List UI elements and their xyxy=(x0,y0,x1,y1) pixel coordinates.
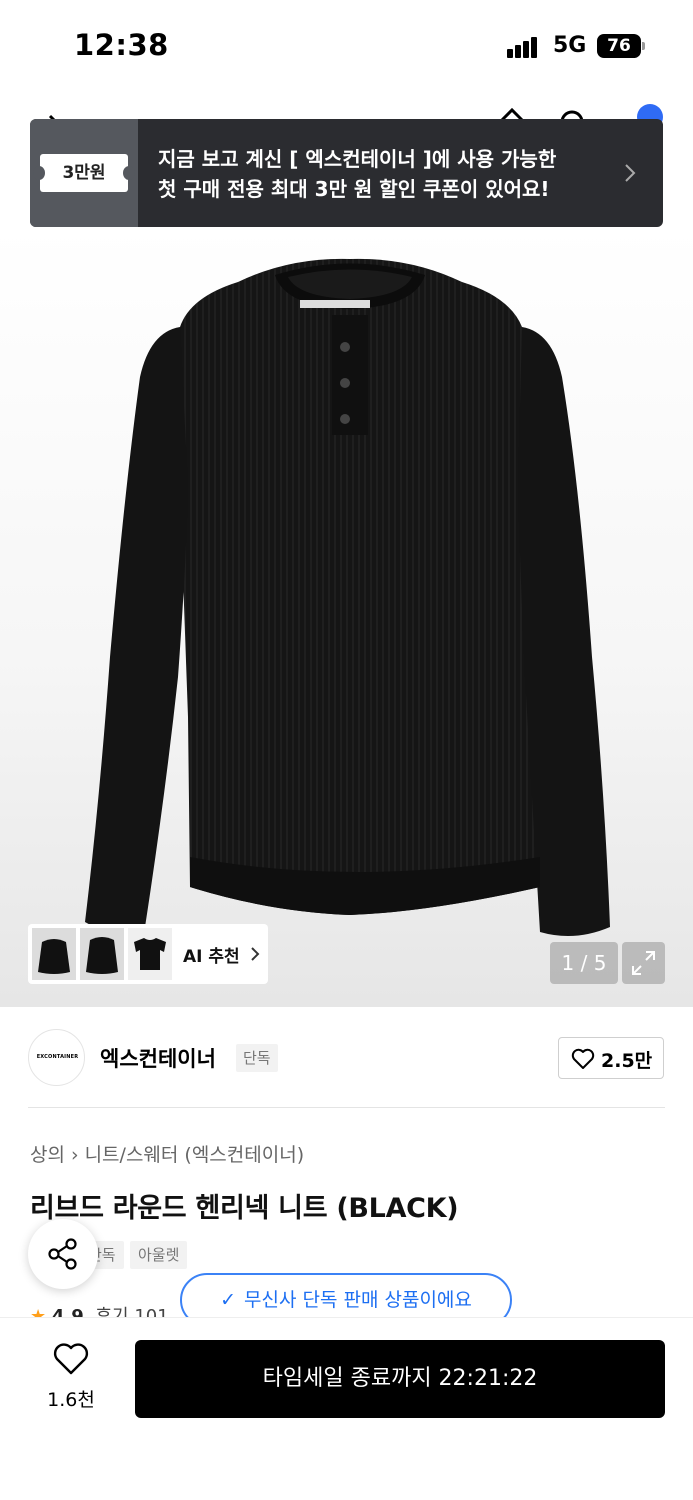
share-button[interactable] xyxy=(28,1219,98,1289)
ai-recommend-strip[interactable]: AI 추천 xyxy=(28,924,268,984)
image-counter: 1 / 5 xyxy=(550,942,618,984)
exclusive-notice-text: 무신사 단독 판매 상품이에요 xyxy=(244,1289,472,1311)
chevron-right-icon xyxy=(625,164,636,182)
expand-icon xyxy=(632,951,655,975)
thumbnail-2[interactable] xyxy=(80,928,124,980)
cellular-signal-icon xyxy=(507,36,545,58)
thumbnail-1[interactable] xyxy=(32,928,76,980)
brand-name[interactable]: 엑스컨테이너 xyxy=(100,1043,216,1073)
time-sale-buy-button[interactable]: 타임세일 종료까지 22:21:22 xyxy=(135,1340,665,1418)
coupon-message-line1: 지금 보고 계신 [ 엑스컨테이너 ]에 사용 가능한 xyxy=(158,147,557,171)
status-bar: 12:38 5G 76 xyxy=(0,0,693,92)
status-time: 12:38 xyxy=(74,28,169,62)
chevron-right-icon xyxy=(251,947,260,961)
product-tag: 아울렛 xyxy=(130,1241,188,1269)
share-icon xyxy=(48,1238,77,1270)
expand-button[interactable] xyxy=(622,942,665,984)
battery-level: 76 xyxy=(597,34,641,58)
brand-like-button[interactable]: 2.5만 xyxy=(558,1037,664,1079)
coupon-message-line2: 첫 구매 전용 최대 3만 원 할인 쿠폰이 있어요! xyxy=(158,177,550,201)
breadcrumb: 상의 › 니트/스웨터 (엑스컨테이너) xyxy=(30,1140,304,1167)
wishlist-button[interactable]: 1.6천 xyxy=(35,1340,107,1420)
coupon-ticket-label: 3만원 xyxy=(33,154,135,192)
heart-icon xyxy=(571,1048,595,1069)
product-title: 리브드 라운드 헨리넥 니트 (BLACK) xyxy=(30,1193,459,1224)
wishlist-count: 1.6천 xyxy=(47,1389,95,1411)
divider xyxy=(28,1107,665,1108)
coupon-message: 지금 보고 계신 [ 엑스컨테이너 ]에 사용 가능한 첫 구매 전용 최대 3… xyxy=(158,144,608,204)
breadcrumb-separator-icon: › xyxy=(70,1144,79,1166)
brand-logo-text: EXCONTAINER xyxy=(36,1054,79,1060)
heart-icon xyxy=(53,1343,89,1375)
breadcrumb-item[interactable]: 상의 xyxy=(30,1144,65,1166)
first-purchase-coupon-banner[interactable]: 3만원 지금 보고 계신 [ 엑스컨테이너 ]에 사용 가능한 첫 구매 전용 … xyxy=(30,119,663,227)
brand-like-count: 2.5만 xyxy=(601,1050,653,1072)
check-icon: ✓ xyxy=(220,1289,237,1311)
exclusive-badge: 단독 xyxy=(236,1044,278,1072)
product-image-gallery[interactable] xyxy=(0,227,693,1007)
product-photo xyxy=(85,258,610,936)
breadcrumb-item[interactable]: 니트/스웨터 (엑스컨테이너) xyxy=(85,1144,305,1166)
coupon-ticket-area: 3만원 xyxy=(30,119,138,227)
battery-icon: 76 xyxy=(597,34,645,58)
brand-logo[interactable]: EXCONTAINER xyxy=(28,1029,85,1086)
network-type: 5G xyxy=(553,33,587,58)
thumbnail-3[interactable] xyxy=(128,928,172,980)
ai-recommend-label: AI 추천 xyxy=(183,947,240,967)
